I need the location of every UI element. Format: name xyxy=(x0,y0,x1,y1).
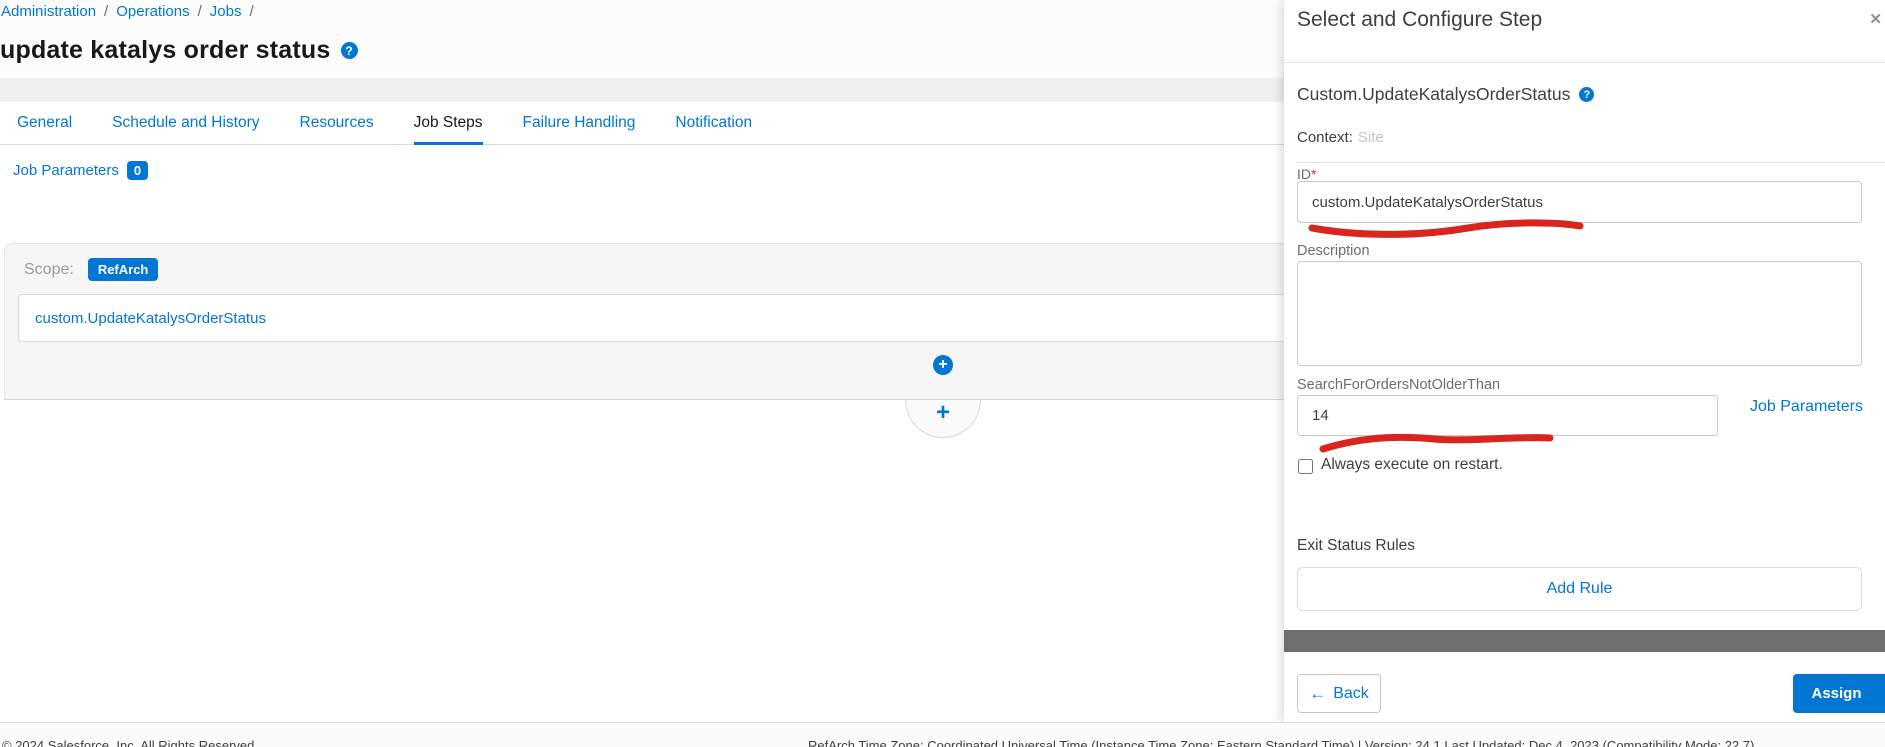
instance-info-text: RefArch Time Zone: Coordinated Universal… xyxy=(808,738,1754,747)
tab-failure-handling[interactable]: Failure Handling xyxy=(523,103,636,145)
plus-icon: + xyxy=(938,357,947,373)
scope-badge: RefArch xyxy=(88,258,159,281)
help-icon[interactable]: ? xyxy=(341,42,358,59)
search-for-orders-input[interactable] xyxy=(1297,395,1718,436)
context-value: Site xyxy=(1358,129,1384,146)
back-button[interactable]: ← Back xyxy=(1297,674,1381,713)
step-type-name: Custom.UpdateKatalysOrderStatus xyxy=(1297,84,1570,105)
step-type-row: Custom.UpdateKatalysOrderStatus ? xyxy=(1297,84,1594,105)
description-field-label: Description xyxy=(1297,243,1370,259)
tab-notification[interactable]: Notification xyxy=(675,103,752,145)
breadcrumb-separator: / xyxy=(249,3,253,20)
description-textarea[interactable] xyxy=(1297,261,1862,366)
panel-job-parameters-link[interactable]: Job Parameters xyxy=(1750,398,1863,416)
breadcrumb-jobs[interactable]: Jobs xyxy=(210,3,242,20)
restart-checkbox-row: Always execute on restart. xyxy=(1298,456,1503,474)
page-title: update katalys order status xyxy=(0,36,331,65)
breadcrumb-separator: / xyxy=(198,3,202,20)
back-label: Back xyxy=(1333,685,1369,703)
search-field-label: SearchForOrdersNotOlderThan xyxy=(1297,377,1500,393)
required-asterisk: * xyxy=(1311,166,1316,182)
back-arrow-icon: ← xyxy=(1309,685,1326,702)
job-parameters-row: Job Parameters 0 xyxy=(13,161,148,180)
add-step-icon[interactable]: + xyxy=(933,355,953,375)
id-input[interactable] xyxy=(1297,181,1862,223)
breadcrumb-operations[interactable]: Operations xyxy=(116,3,189,20)
exit-status-rules-heading: Exit Status Rules xyxy=(1297,537,1415,555)
global-footer: © 2024 Salesforce, Inc. All Rights Reser… xyxy=(0,722,1885,747)
divider xyxy=(1296,162,1885,163)
job-parameters-link[interactable]: Job Parameters xyxy=(13,162,119,179)
tab-resources[interactable]: Resources xyxy=(300,103,374,145)
plus-icon: + xyxy=(936,401,950,437)
id-label-text: ID xyxy=(1297,166,1311,182)
id-field-label: ID* xyxy=(1297,166,1316,182)
breadcrumb: Administration / Operations / Jobs / xyxy=(1,3,262,20)
always-execute-label: Always execute on restart. xyxy=(1321,456,1503,474)
context-row: Context: Site xyxy=(1297,129,1384,146)
copyright-text: © 2024 Salesforce, Inc. All Rights Reser… xyxy=(2,738,258,747)
job-parameters-count-badge: 0 xyxy=(127,161,148,180)
always-execute-checkbox[interactable] xyxy=(1298,459,1313,474)
tab-general[interactable]: General xyxy=(17,103,72,145)
assign-button[interactable]: Assign xyxy=(1793,674,1885,713)
tab-job-steps[interactable]: Job Steps xyxy=(414,103,483,145)
screen: Administration / Operations / Jobs / update k… xyxy=(0,0,1885,747)
context-label: Context: xyxy=(1297,129,1353,146)
close-icon[interactable]: ✕ xyxy=(1869,10,1882,28)
title-row: update katalys order status ? xyxy=(0,36,358,65)
panel-dark-bar xyxy=(1284,630,1885,652)
job-step-link[interactable]: custom.UpdateKatalysOrderStatus xyxy=(35,310,266,327)
scope-row: Scope: RefArch xyxy=(24,258,158,281)
add-rule-label: Add Rule xyxy=(1547,580,1613,598)
breadcrumb-separator: / xyxy=(104,3,108,20)
breadcrumb-administration[interactable]: Administration xyxy=(1,3,96,20)
panel-title: Select and Configure Step xyxy=(1297,8,1542,32)
help-icon[interactable]: ? xyxy=(1579,87,1594,102)
select-and-configure-step-panel: Select and Configure Step ✕ Custom.Updat… xyxy=(1284,0,1885,722)
add-rule-button[interactable]: Add Rule xyxy=(1297,567,1862,611)
tab-schedule-and-history[interactable]: Schedule and History xyxy=(112,103,259,145)
add-step-button[interactable]: + xyxy=(905,400,981,438)
scope-label: Scope: xyxy=(24,261,74,279)
divider xyxy=(1284,62,1885,63)
